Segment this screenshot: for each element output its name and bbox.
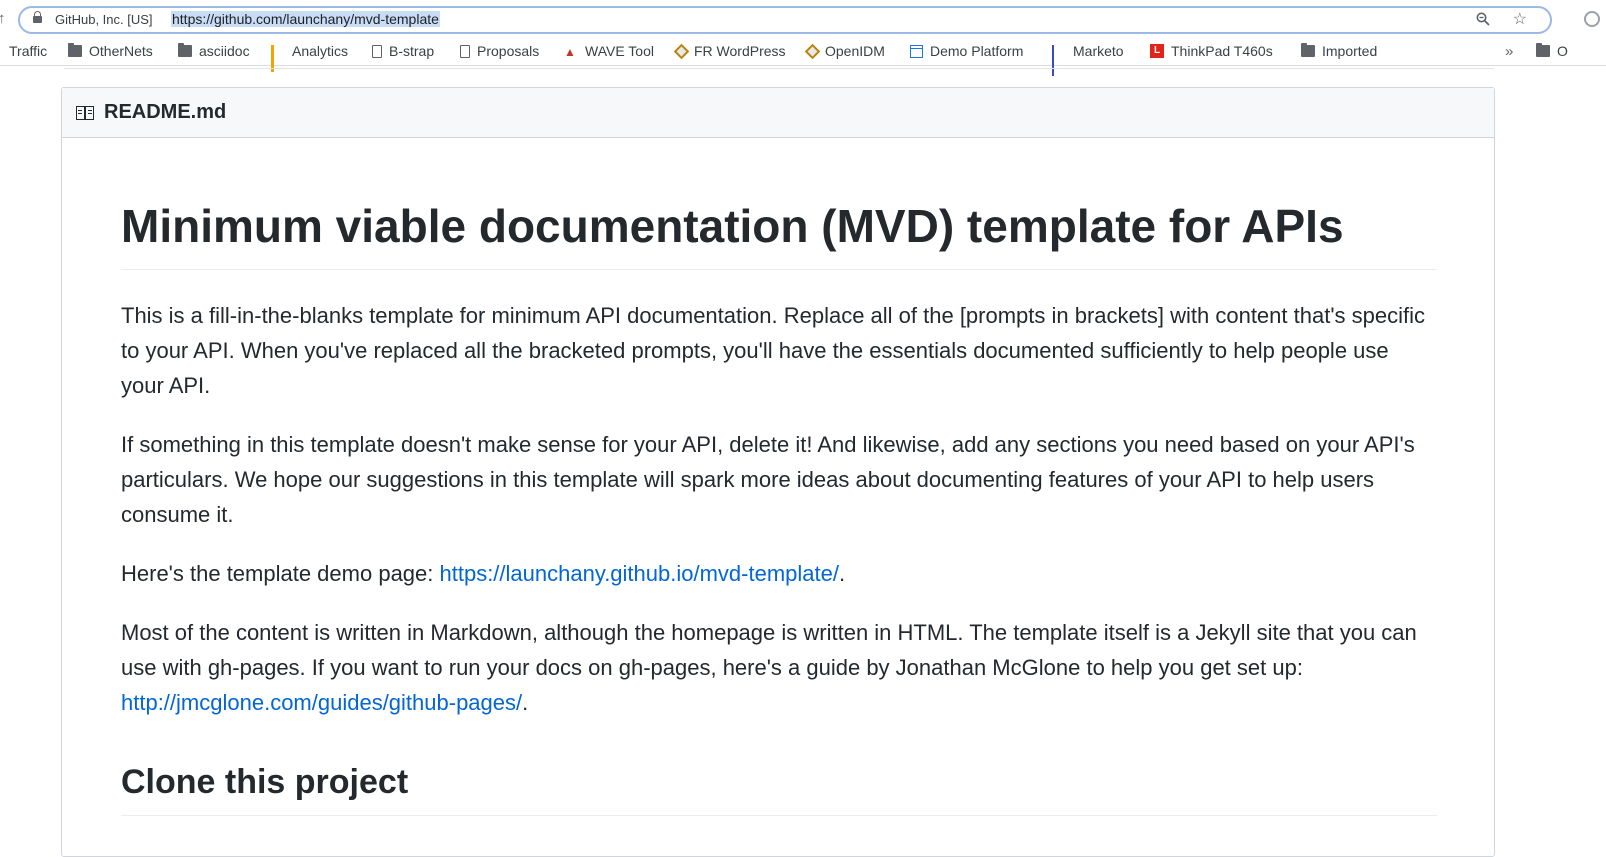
url-text[interactable]: https://github.com/launchany/mvd-templat… [171,11,440,27]
paragraph-text: Here's the template demo page: [121,561,440,586]
page-title: Minimum viable documentation (MVD) templ… [121,188,1437,270]
lenovo-icon: L [1150,44,1164,58]
paragraph-text: . [522,690,529,715]
book-icon [76,105,96,120]
bookmark-label: OpenIDM [825,43,885,59]
calendar-icon [910,44,923,58]
more-bookmarks-chevron-icon[interactable]: » [1505,43,1513,60]
paragraph-demo: Here's the template demo page: https://l… [121,556,1437,591]
wordpress-icon [673,43,690,59]
zoom-icon[interactable] [1476,12,1490,31]
bookmark-marketo[interactable]: Marketo [1052,43,1124,76]
bookmark-openidm[interactable]: OpenIDM [804,43,885,59]
bookmark-analytics[interactable]: Analytics [271,43,349,72]
openidm-icon [804,43,821,59]
folder-icon [68,43,82,57]
demo-page-link[interactable]: https://launchany.github.io/mvd-template… [440,561,839,586]
bookmark-label: Demo Platform [930,43,1024,59]
site-identity[interactable]: GitHub, Inc. [US] [55,12,153,27]
paragraph-intro: This is a fill-in-the-blanks template fo… [121,303,1425,398]
extension-icon[interactable] [1584,11,1600,27]
folder-icon [1301,43,1315,57]
readme-container: README.md Minimum viable documentation (… [61,87,1495,857]
readme-filename: README.md [104,101,227,123]
page-icon [460,44,470,58]
bookmark-label: B-strap [389,43,435,59]
bookmark-fr-wordpress[interactable]: FR WordPress [673,43,786,59]
bookmark-label: Analytics [292,43,349,59]
section-heading-clone: Clone this project [121,760,1437,816]
paragraph-text: . [838,561,846,586]
bookmark-label: Marketo [1073,43,1124,59]
divider [64,68,1494,69]
paragraph-text: Most of the content is written in Markdo… [121,620,1417,680]
bookmark-wave-tool[interactable]: ▲ WAVE Tool [564,43,654,59]
bookmark-label: FR WordPress [694,43,786,59]
github-pages-guide-link[interactable]: http://jmcglone.com/guides/github-pages/ [121,690,522,715]
analytics-icon [271,45,285,72]
bookmarks-bar: Traffic OtherNets asciidoc Analytics B-s… [0,41,1606,76]
bookmark-label: Traffic [9,43,48,59]
wave-icon: ▲ [564,45,576,59]
marketo-icon [1052,45,1066,76]
bookmark-b-strap[interactable]: B-strap [372,43,434,59]
paragraph-customize: If something in this template doesn't ma… [121,432,1415,527]
bookmark-label: Proposals [477,43,540,59]
readme-header: README.md [62,88,1494,138]
bookmark-thinkpad[interactable]: L ThinkPad T460s [1150,43,1273,59]
bookmark-demo-platform[interactable]: Demo Platform [910,43,1023,59]
lock-icon[interactable] [33,11,42,23]
browser-toolbar: ↑ GitHub, Inc. [US] https://github.com/l… [0,0,1606,41]
bookmark-label: asciidoc [199,43,250,59]
bookmark-label: O [1557,43,1568,59]
bookmark-proposals[interactable]: Proposals [460,43,539,59]
markdown-body: Minimum viable documentation (MVD) templ… [121,188,1437,816]
bookmark-star-icon[interactable]: ☆ [1513,9,1527,29]
back-arrow-icon[interactable]: ↑ [0,10,6,27]
bookmark-imported[interactable]: Imported [1301,43,1377,59]
folder-icon [178,43,192,57]
bookmark-other[interactable]: O [1536,43,1568,59]
bookmark-asciidoc[interactable]: asciidoc [178,43,250,59]
paragraph-markdown-info: Most of the content is written in Markdo… [121,615,1437,720]
bookmark-othernets[interactable]: OtherNets [68,43,153,59]
page-icon [372,44,382,58]
bookmark-label: OtherNets [89,43,153,59]
address-bar[interactable]: GitHub, Inc. [US] https://github.com/lau… [18,6,1552,34]
folder-icon [1536,43,1550,57]
bookmark-label: Imported [1322,43,1378,59]
bookmark-label: WAVE Tool [585,43,654,59]
bookmark-traffic[interactable]: Traffic [9,43,47,59]
bookmark-label: ThinkPad T460s [1171,43,1273,59]
